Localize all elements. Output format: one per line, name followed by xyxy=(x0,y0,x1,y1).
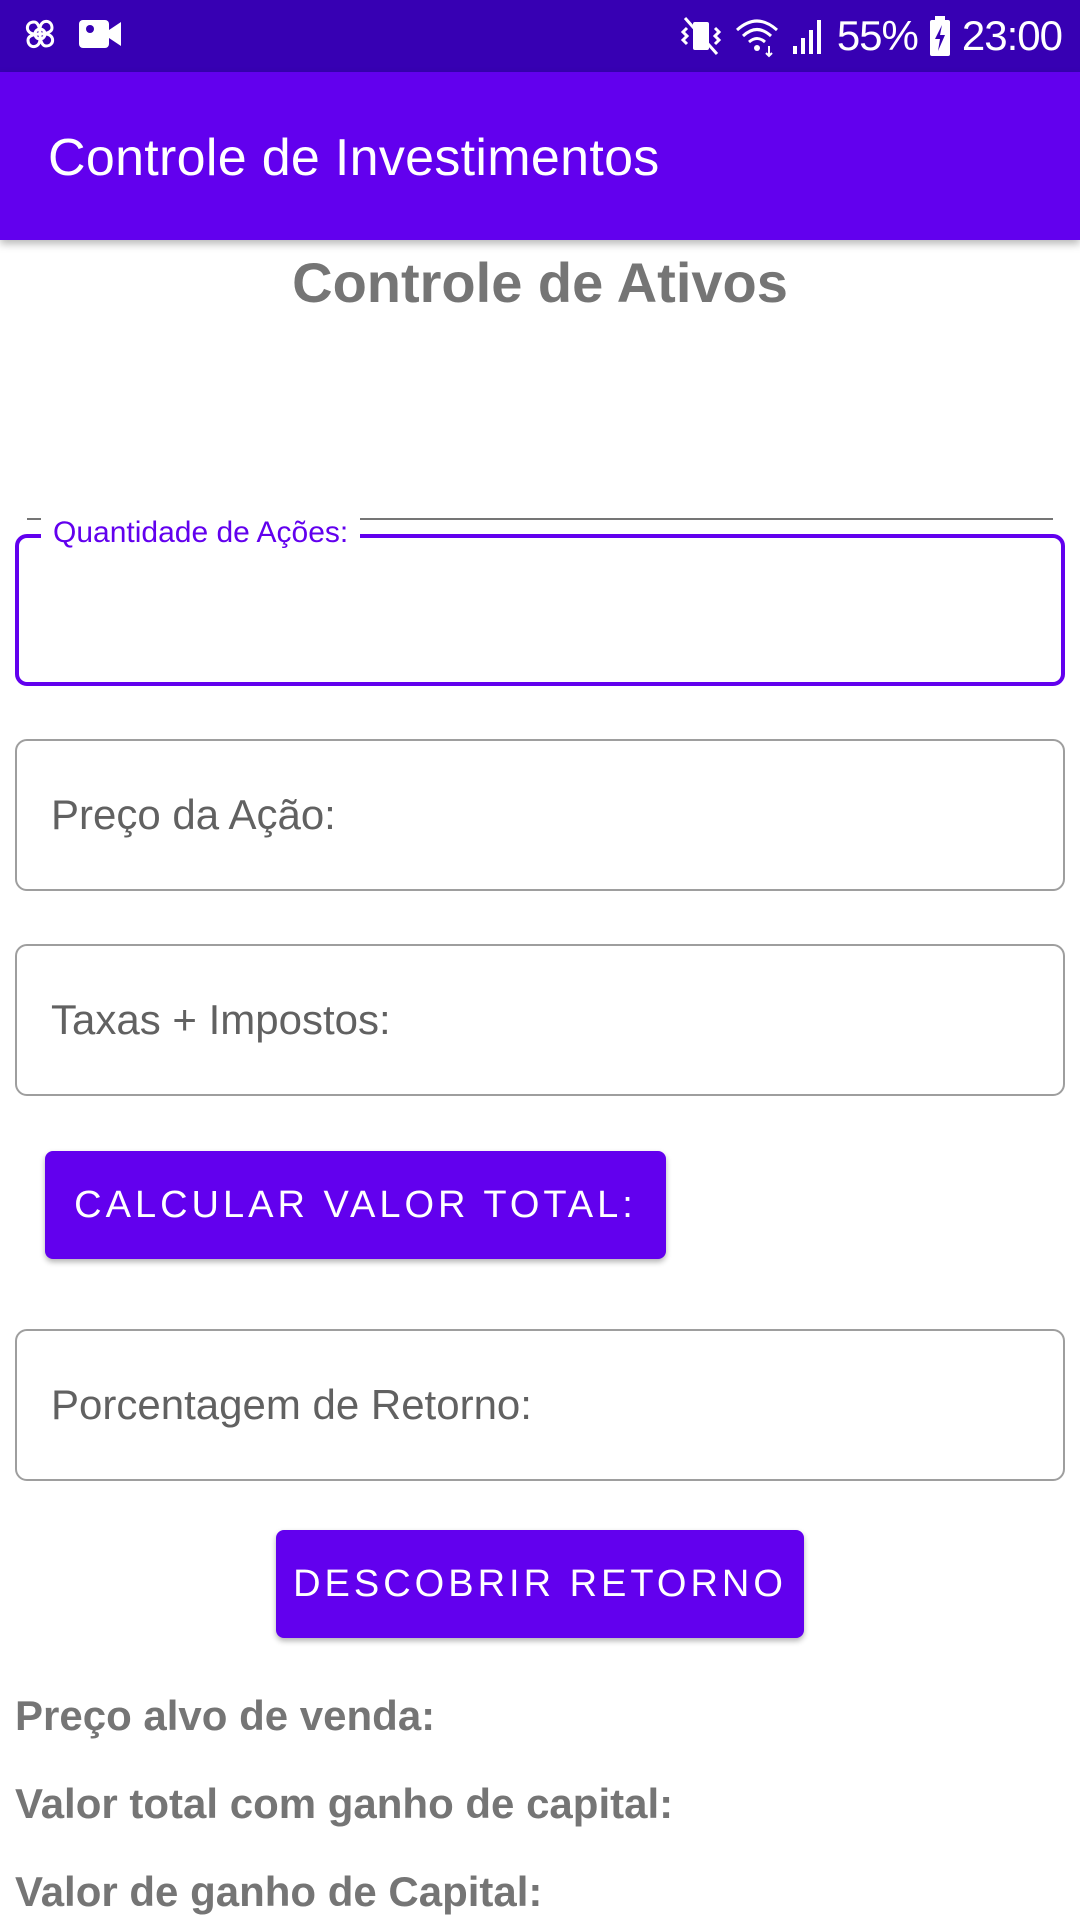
calcular-valor-total-button[interactable]: CALCULAR VALOR TOTAL: xyxy=(45,1151,666,1259)
preco-acao-placeholder: Preço da Ação: xyxy=(51,791,336,838)
status-bar: 55% 23:00 xyxy=(0,0,1080,72)
app-bar: Controle de Investimentos xyxy=(0,72,1080,240)
section-title: Controle de Ativos xyxy=(292,251,788,314)
pinwheel-icon xyxy=(20,14,60,54)
status-right-icons: 55% 23:00 xyxy=(679,8,1063,64)
battery-charging-icon xyxy=(928,15,952,57)
taxas-impostos-placeholder: Taxas + Impostos: xyxy=(51,996,391,1043)
quantidade-acoes-field[interactable]: Quantidade de Ações: xyxy=(15,516,1065,686)
app-title: Controle de Investimentos xyxy=(48,129,660,187)
valor-total-ganho-text: Valor total com ganho de capital: xyxy=(15,1780,674,1827)
video-camera-icon xyxy=(78,16,122,52)
battery-percentage: 55% xyxy=(836,12,919,59)
status-left-icons xyxy=(20,14,122,54)
taxas-impostos-field[interactable]: Taxas + Impostos: xyxy=(15,944,1065,1096)
preco-acao-field[interactable]: Preço da Ação: xyxy=(15,739,1065,891)
signal-icon xyxy=(791,16,827,56)
porcentagem-retorno-field[interactable]: Porcentagem de Retorno: xyxy=(15,1329,1065,1481)
porcentagem-retorno-placeholder: Porcentagem de Retorno: xyxy=(51,1381,532,1428)
preco-alvo-venda-text: Preço alvo de venda: xyxy=(15,1692,436,1739)
wifi-icon xyxy=(733,14,781,58)
underline-input[interactable] xyxy=(27,440,1053,520)
clock: 23:00 xyxy=(961,12,1063,59)
descobrir-retorno-button[interactable]: DESCOBRIR RETORNO xyxy=(276,1530,804,1638)
quantidade-acoes-label: Quantidade de Ações: xyxy=(41,516,361,550)
valor-ganho-capital-text: Valor de ganho de Capital: xyxy=(15,1868,543,1915)
vibrate-mute-icon xyxy=(679,14,723,58)
